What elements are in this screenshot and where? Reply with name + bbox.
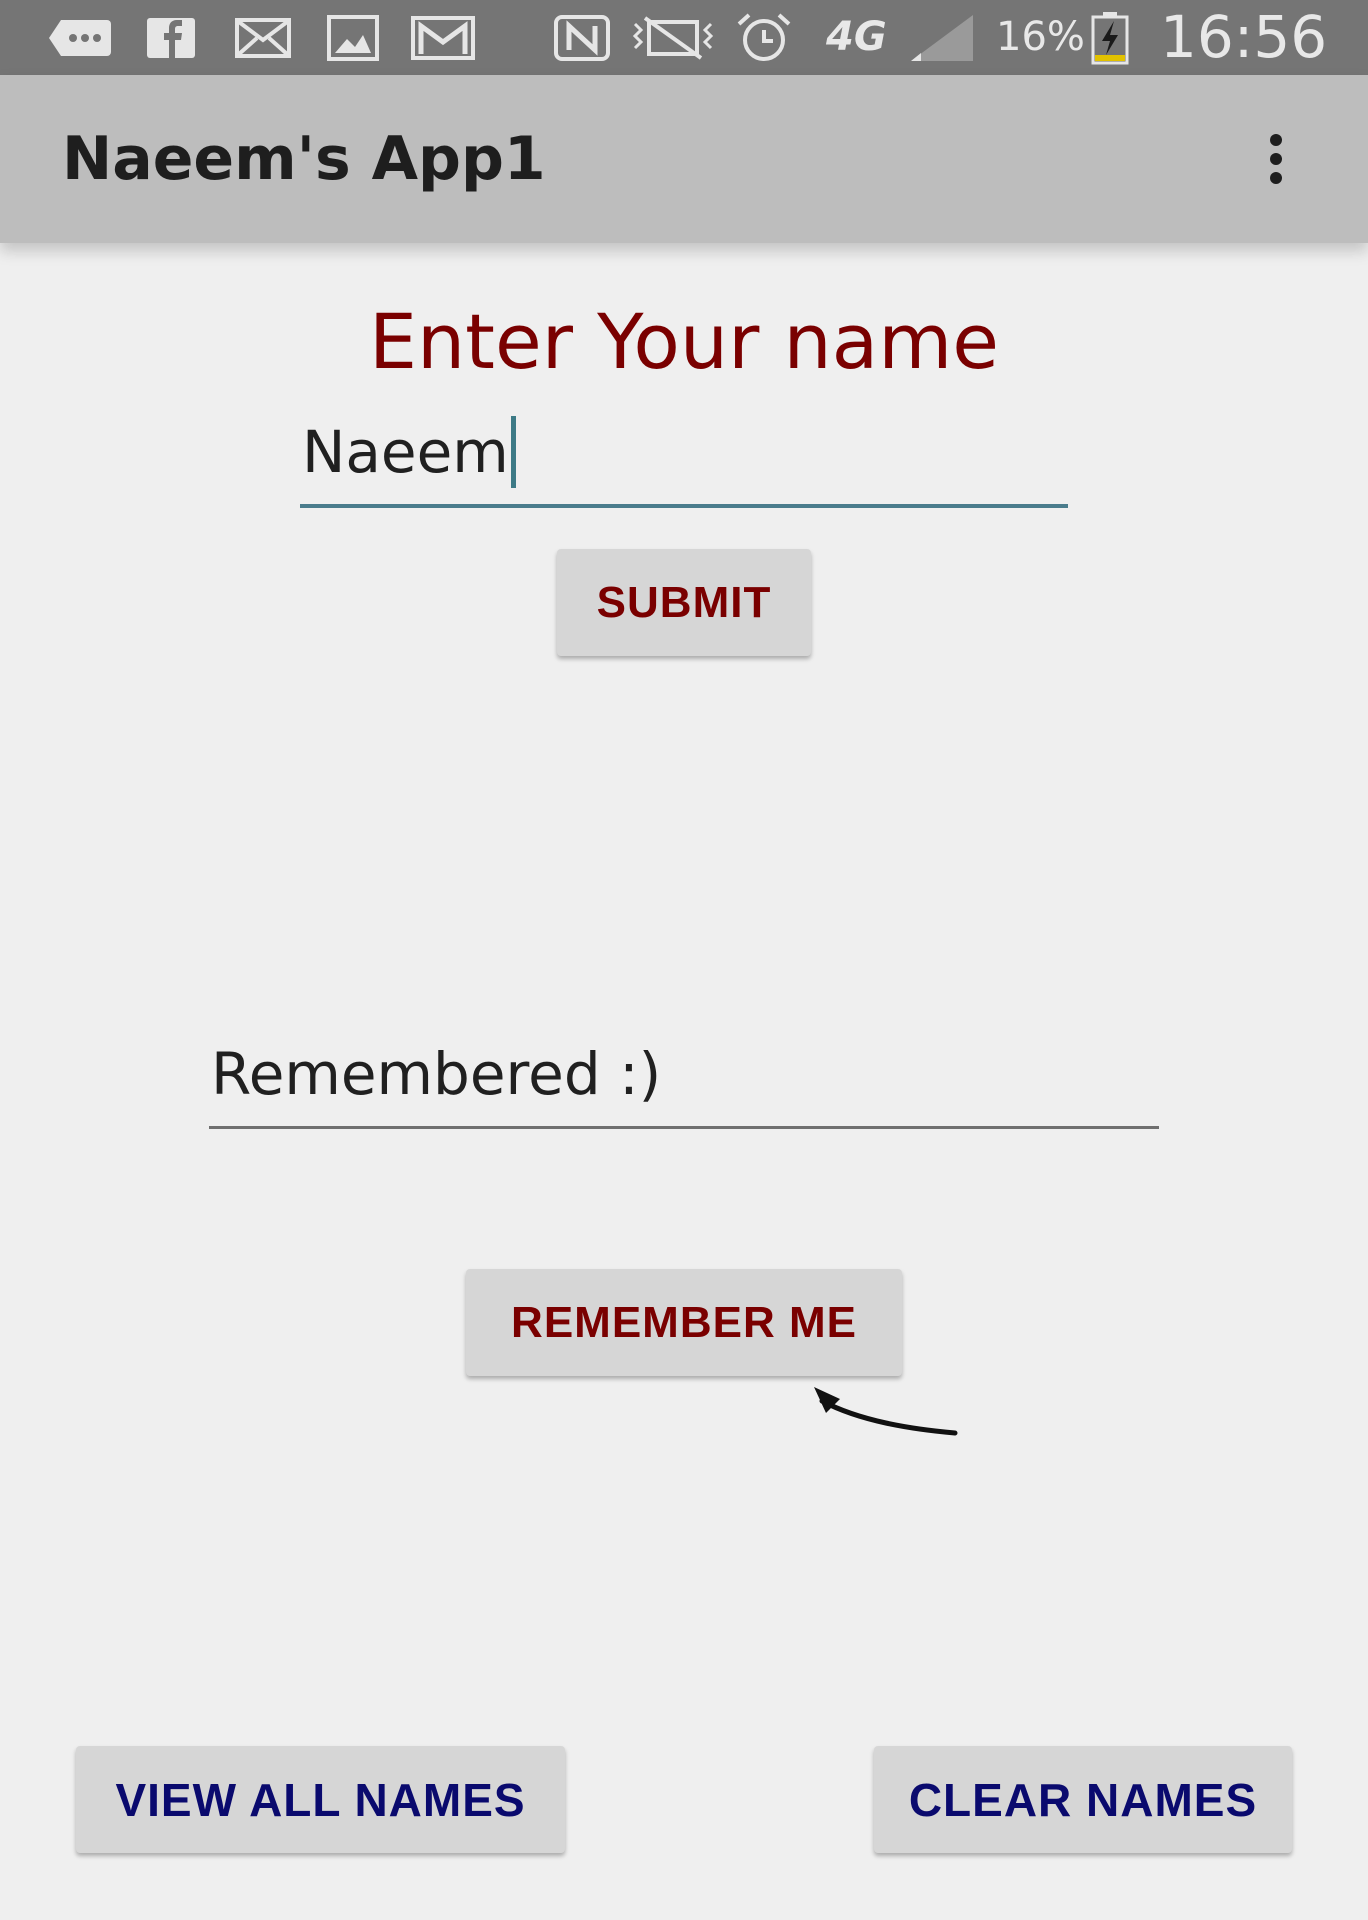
email-icon	[234, 0, 292, 75]
signal-icon	[908, 0, 976, 75]
name-input-value: Naeem	[302, 418, 509, 486]
remember-me-button[interactable]: REMEMBER ME	[466, 1269, 902, 1376]
nfc-icon	[552, 0, 612, 75]
battery-charging-icon	[1088, 0, 1132, 75]
page-heading: Enter Your name	[368, 297, 1000, 386]
status-bar: 4G 16% 16:56	[0, 0, 1368, 75]
clear-names-button[interactable]: CLEAR NAMES	[874, 1746, 1292, 1853]
gallery-icon	[326, 0, 380, 75]
view-all-names-button[interactable]: VIEW ALL NAMES	[76, 1746, 565, 1853]
clock: 16:56	[1160, 3, 1328, 71]
battery-percent: 16%	[996, 14, 1085, 60]
network-4g-icon: 4G	[826, 14, 887, 60]
vibrate-icon	[628, 0, 718, 75]
app-title: Naeem's App1	[62, 124, 546, 194]
text-cursor	[510, 416, 516, 488]
name-input[interactable]: Naeem	[300, 400, 1068, 508]
chat-icon	[46, 0, 114, 75]
app-bar: Naeem's App1	[0, 75, 1368, 243]
more-vert-icon[interactable]	[1244, 117, 1308, 201]
facebook-icon	[143, 0, 199, 75]
gmail-icon	[410, 0, 476, 75]
remembered-value: Remembered :)	[211, 1040, 662, 1108]
submit-button[interactable]: SUBMIT	[557, 549, 811, 656]
alarm-icon	[734, 0, 794, 75]
remembered-field[interactable]: Remembered :)	[209, 1022, 1159, 1129]
annotation-arrow-icon	[814, 1387, 958, 1436]
